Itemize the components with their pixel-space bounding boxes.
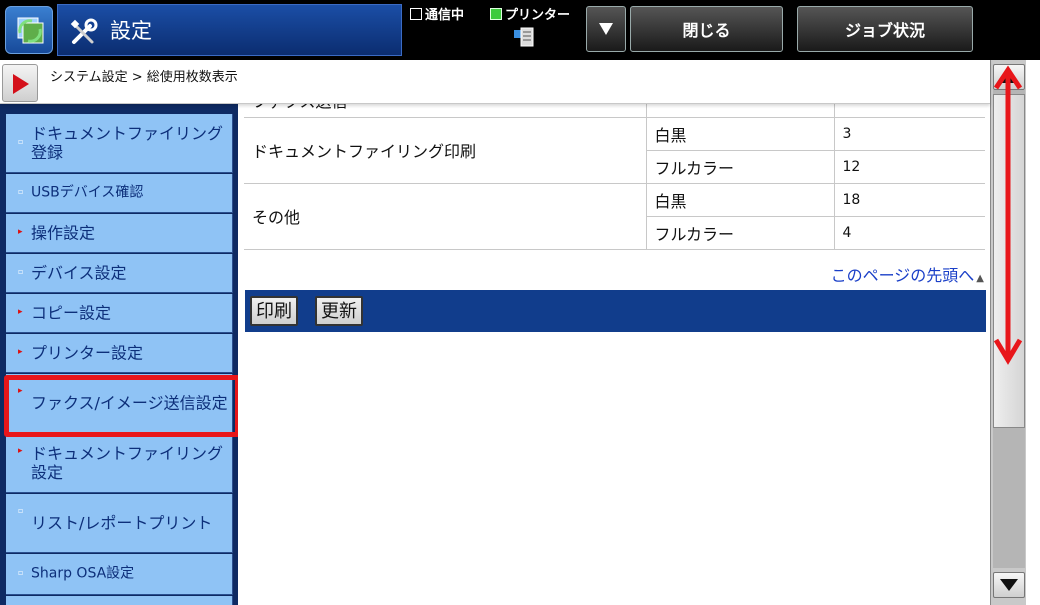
sidebar-item-label: リスト/レポートプリント [31, 513, 213, 533]
play-arrow-icon [13, 74, 29, 94]
page-top-link-label: このページの先頭へ [830, 266, 975, 285]
sidebar: ▫ ドキュメントファイリング登録 ▫ USBデバイス確認 ▸ 操作設定 ▫ デバ… [0, 104, 238, 605]
sending-status-icon [410, 8, 422, 20]
sidebar-item-label: プリンター設定 [31, 343, 144, 363]
value-cell: 4 [834, 216, 985, 250]
value-cell: 0 [834, 104, 985, 118]
square-bullet-icon: ▫ [18, 187, 24, 196]
sidebar-item-label: Sharp OSA設定 [31, 565, 135, 582]
printer-status-label: プリンター [505, 8, 571, 23]
sidebar-item-label: コピー設定 [31, 303, 112, 323]
status-dropdown-button[interactable] [586, 6, 626, 52]
action-bar: 印刷 更新 [245, 290, 986, 332]
menu-toggle-button[interactable] [2, 64, 38, 102]
sidebar-item-device[interactable]: ▫ デバイス設定 [6, 254, 233, 293]
arrow-bullet-icon: ▸ [18, 347, 23, 357]
scroll-direction-arrow-icon [993, 65, 1023, 365]
square-bullet-icon: ▫ [18, 267, 24, 276]
job-status-button[interactable]: ジョブ状況 [797, 6, 973, 52]
value-cell: 3 [834, 117, 985, 151]
type-cell: フルカラー [646, 150, 835, 184]
value-cell: 18 [834, 183, 985, 217]
category-cell: その他 [244, 183, 647, 250]
sidebar-item-label: ドキュメントファイリング設定 [31, 444, 224, 482]
table-row: その他 白黒 18 [244, 183, 985, 250]
triangle-down-icon [1000, 579, 1018, 591]
scroll-down-button[interactable] [993, 572, 1025, 598]
printer-status-icon [490, 8, 502, 20]
sidebar-item-docfiling-register[interactable]: ▫ ドキュメントファイリング登録 [6, 114, 233, 173]
square-bullet-icon: ▫ [18, 568, 24, 577]
sidebar-item-label: 操作設定 [31, 223, 96, 243]
printer-status: プリンター [490, 4, 570, 23]
home-button[interactable] [5, 6, 53, 54]
top-bar: 設定 通信中 プリンター 閉じる ジョブ状況 [0, 0, 1040, 60]
category-cell: ファクス送信 [244, 104, 647, 118]
right-margin [1026, 60, 1040, 605]
category-cell: ドキュメントファイリング印刷 [244, 117, 647, 184]
main-content: ファクス送信 0 ドキュメントファイリング印刷 白黒 3 フルカラー 12 その… [238, 104, 990, 605]
type-cell: フルカラー [646, 216, 835, 250]
arrow-bullet-icon: ▸ [18, 307, 23, 317]
breadcrumb: システム設定 > 総使用枚数表示 [50, 70, 238, 85]
refresh-button[interactable]: 更新 [315, 296, 363, 326]
page-top-link[interactable]: このページの先頭へ ▲ [831, 262, 984, 286]
square-bullet-icon: ▫ [18, 506, 24, 515]
sidebar-item-copy[interactable]: ▸ コピー設定 [6, 294, 233, 333]
print-button[interactable]: 印刷 [250, 296, 298, 326]
status-area: 通信中 プリンター [410, 2, 590, 58]
type-cell [646, 104, 835, 118]
triangle-up-icon: ▲ [976, 273, 984, 284]
sidebar-item-label: デバイス設定 [31, 263, 127, 283]
sidebar-item-list-report[interactable]: ▫ リスト/レポートプリント [6, 494, 233, 553]
printer-icon [514, 27, 534, 47]
type-cell: 白黒 [646, 183, 835, 217]
triangle-down-icon [599, 23, 613, 35]
arrow-bullet-icon: ▸ [18, 227, 23, 237]
table-row: ドキュメントファイリング印刷 白黒 3 [244, 117, 985, 184]
highlight-frame [4, 375, 238, 437]
sidebar-item-usb-device[interactable]: ▫ USBデバイス確認 [6, 174, 233, 213]
sidebar-item-operation[interactable]: ▸ 操作設定 [6, 214, 233, 253]
table-row: ファクス送信 0 [244, 104, 985, 118]
sidebar-item-label: USBデバイス確認 [31, 184, 144, 201]
sidebar-item-label: ドキュメントファイリング登録 [31, 124, 224, 162]
sidebar-item-docfiling-settings[interactable]: ▸ ドキュメントファイリング設定 [6, 434, 233, 493]
sidebar-item-partial[interactable] [6, 596, 233, 605]
square-bullet-icon: ▫ [18, 137, 24, 146]
sending-status-label: 通信中 [425, 8, 465, 23]
usage-count-table: ファクス送信 0 ドキュメントファイリング印刷 白黒 3 フルカラー 12 その… [244, 104, 985, 250]
title-area: 設定 [57, 4, 402, 56]
home-icon [17, 17, 44, 44]
close-button[interactable]: 閉じる [630, 6, 783, 52]
sending-status: 通信中 [410, 4, 464, 23]
screen-title: 設定 [110, 19, 152, 43]
breadcrumb-bar: システム設定 > 総使用枚数表示 [0, 60, 990, 104]
sidebar-item-sharp-osa[interactable]: ▫ Sharp OSA設定 [6, 554, 233, 595]
tools-icon [70, 18, 98, 44]
type-cell: 白黒 [646, 117, 835, 151]
arrow-bullet-icon: ▸ [18, 446, 23, 456]
sidebar-item-printer[interactable]: ▸ プリンター設定 [6, 334, 233, 373]
value-cell: 12 [834, 150, 985, 184]
